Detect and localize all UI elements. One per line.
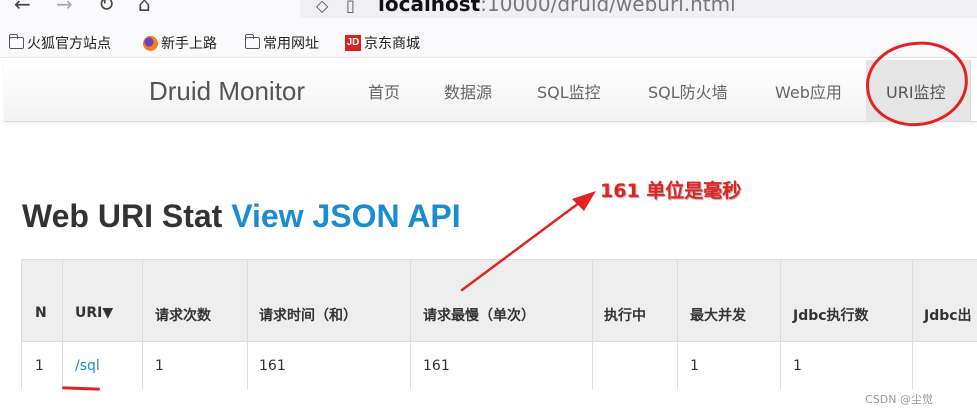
screenshot-root: ← → ↻ ⌂ ◇ ▯ localhost:10000/druid/weburi… [0,0,977,413]
annotation-text: 161 单位是毫秒 [600,180,742,202]
watermark: CSDN @尘觉 [865,393,933,406]
annotation-arrow-icon [460,191,596,292]
